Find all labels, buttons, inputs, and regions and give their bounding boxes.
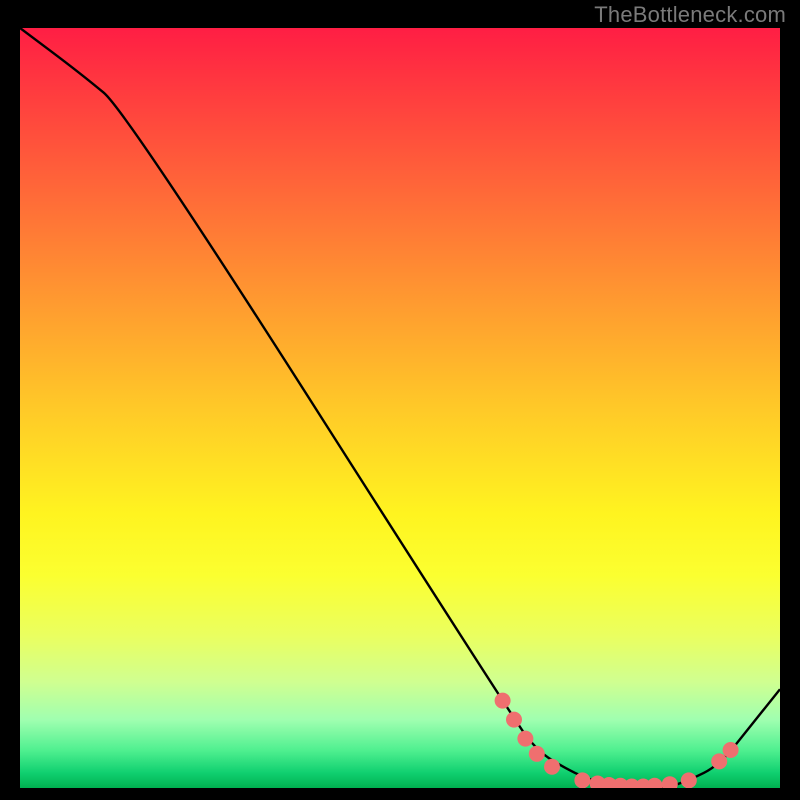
highlight-dot xyxy=(529,746,545,762)
watermark-text: TheBottleneck.com xyxy=(594,2,786,28)
highlight-dot xyxy=(681,772,697,788)
curve-line xyxy=(20,28,780,788)
highlight-dot xyxy=(495,693,511,709)
highlight-dot xyxy=(544,759,560,775)
plot-area xyxy=(20,28,780,788)
chart-frame: TheBottleneck.com xyxy=(0,0,800,800)
highlight-dot xyxy=(723,742,739,758)
highlight-dot xyxy=(647,778,663,788)
highlight-dot xyxy=(711,753,727,769)
highlight-dot xyxy=(662,776,678,788)
highlight-dot xyxy=(517,731,533,747)
highlight-dot xyxy=(574,772,590,788)
chart-svg xyxy=(20,28,780,788)
highlight-dot xyxy=(506,712,522,728)
